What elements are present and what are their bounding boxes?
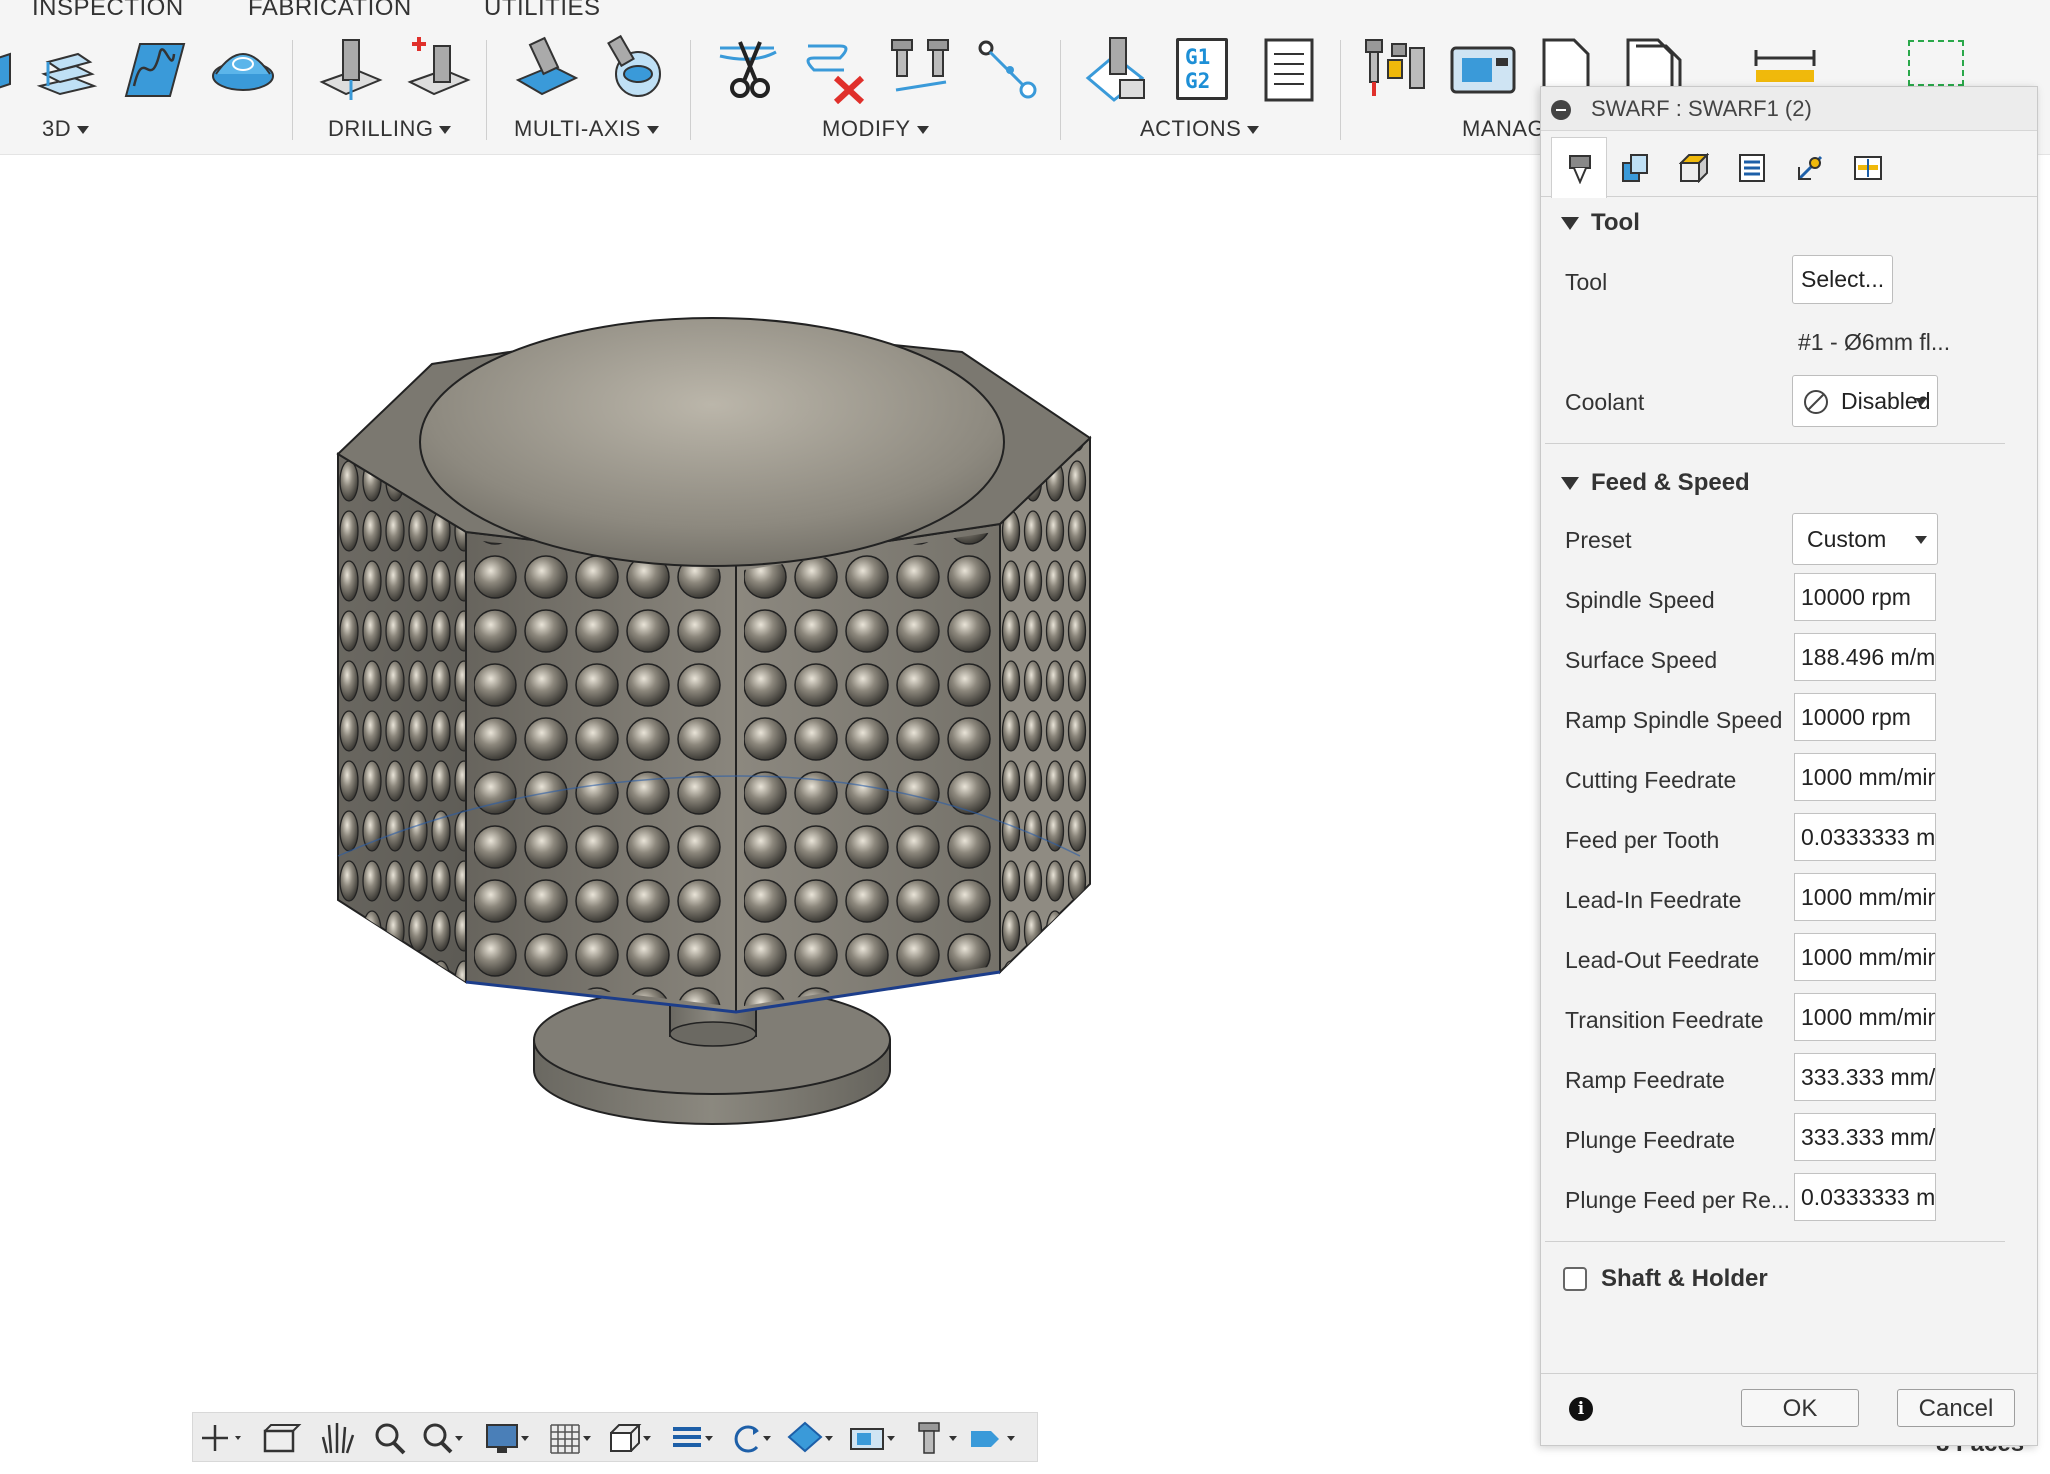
cancel-button[interactable]: Cancel: [1897, 1389, 2015, 1427]
simulation-icon[interactable]: [967, 1419, 1017, 1457]
dialog-title: SWARF : SWARF1 (2): [1591, 96, 1812, 121]
ramp-feedrate-input[interactable]: 333.333 mm/m: [1794, 1053, 1936, 1101]
tool-library-icon[interactable]: [1360, 34, 1430, 104]
ramp-spindle-speed-input[interactable]: 10000 rpm: [1794, 693, 1936, 741]
simulate-icon[interactable]: [1084, 34, 1154, 104]
lead-in-feedrate-input[interactable]: 1000 mm/min: [1794, 873, 1936, 921]
plunge-feedrate-input[interactable]: 333.333 mm/m: [1794, 1113, 1936, 1161]
linking-tab-icon[interactable]: [1781, 137, 1837, 197]
section-divider: [1545, 443, 2005, 444]
feed-per-tooth-input[interactable]: 0.0333333 mm: [1794, 813, 1936, 861]
display-settings-icon[interactable]: [481, 1419, 531, 1457]
delete-toolpath-icon[interactable]: [800, 34, 870, 104]
coolant-select[interactable]: Disabled: [1792, 375, 1938, 427]
tab-inspection[interactable]: INSPECTION: [32, 0, 184, 22]
zoom-icon[interactable]: [365, 1419, 415, 1457]
field-label: Cutting Feedrate: [1565, 767, 1737, 793]
multi-axis-contour-icon[interactable]: [600, 34, 670, 104]
transition-feedrate-input[interactable]: 1000 mm/min: [1794, 993, 1936, 1041]
post-process-g1g2-icon[interactable]: G1 G2: [1176, 38, 1228, 100]
field-label: Plunge Feedrate: [1565, 1127, 1736, 1153]
field-label: Feed per Tooth: [1565, 827, 1720, 853]
select-tool-button[interactable]: Select...: [1792, 255, 1894, 304]
group-divider: [486, 40, 487, 140]
dialog-tabs: [1541, 137, 2037, 198]
collapse-icon[interactable]: [1551, 100, 1571, 120]
reorder-points-icon[interactable]: [972, 34, 1042, 104]
spindle-speed-input[interactable]: 10000 rpm: [1794, 573, 1936, 621]
tool-label: Tool: [1565, 269, 1608, 295]
shaft-holder-label: Shaft & Holder: [1601, 1265, 1768, 1292]
field-label: Ramp Feedrate: [1565, 1067, 1725, 1093]
tool-name: #1 - Ø6mm fl...: [1798, 329, 1951, 355]
3d-viewport[interactable]: [0, 156, 1540, 1474]
orbit-pan-icon[interactable]: [197, 1419, 247, 1457]
cutting-feedrate-input[interactable]: 1000 mm/min: [1794, 753, 1936, 801]
field-label: Plunge Feed per Re...: [1565, 1187, 1791, 1213]
tab-fabrication[interactable]: FABRICATION: [248, 0, 412, 22]
tab-utilities[interactable]: UTILITIES: [484, 0, 601, 22]
navigation-bar: [192, 1412, 1038, 1462]
drill-icon[interactable]: [316, 34, 386, 104]
tool-section-header[interactable]: Tool: [1561, 209, 1640, 237]
dialog-title-bar[interactable]: SWARF : SWARF1 (2): [1541, 87, 2037, 131]
camera-icon[interactable]: [847, 1419, 897, 1457]
pocket-icon[interactable]: [120, 34, 190, 104]
coolant-label: Coolant: [1565, 389, 1645, 415]
tool-compare-icon[interactable]: [886, 34, 956, 104]
group-actions[interactable]: ACTIONS: [1140, 116, 1260, 142]
view-cube-icon[interactable]: [603, 1419, 653, 1457]
lead-out-feedrate-input[interactable]: 1000 mm/min: [1794, 933, 1936, 981]
post-process-tab-icon[interactable]: [1839, 137, 1895, 197]
tool-tab-icon[interactable]: [1551, 137, 1607, 198]
plunge-feed-per-rev-input[interactable]: 0.0333333 mm: [1794, 1173, 1936, 1221]
hexagonal-knob-model[interactable]: [0, 156, 1540, 1474]
field-label: Transition Feedrate: [1565, 1007, 1764, 1033]
disabled-icon: [1804, 390, 1828, 414]
tool-display-icon[interactable]: [909, 1419, 959, 1457]
trim-scissors-icon[interactable]: [714, 34, 784, 104]
preset-label: Preset: [1565, 527, 1632, 553]
footer-divider: [1541, 1373, 2037, 1374]
preset-select[interactable]: Custom: [1792, 513, 1938, 565]
surface-speed-input[interactable]: 188.496 m/min: [1794, 633, 1936, 681]
group-modify[interactable]: MODIFY: [822, 116, 929, 142]
group-divider: [690, 40, 691, 140]
group-divider: [1060, 40, 1061, 140]
passes-tab-icon[interactable]: [1723, 137, 1779, 197]
field-label: Ramp Spindle Speed: [1565, 707, 1783, 733]
group-divider: [292, 40, 293, 140]
heights-tab-icon[interactable]: [1665, 137, 1721, 197]
look-at-icon[interactable]: [255, 1419, 305, 1457]
grid-icon[interactable]: [543, 1419, 593, 1457]
info-icon[interactable]: i: [1569, 1397, 1593, 1421]
contour-icon[interactable]: [32, 34, 102, 104]
field-label: Spindle Speed: [1565, 587, 1715, 613]
swarf-icon[interactable]: [512, 34, 582, 104]
group-3d[interactable]: 3D: [42, 116, 90, 142]
feed-speed-section-header[interactable]: Feed & Speed: [1561, 469, 1750, 497]
field-label: Lead-Out Feedrate: [1565, 947, 1760, 973]
orbit-icon[interactable]: [723, 1419, 773, 1457]
group-divider: [1340, 40, 1341, 140]
zoom-window-icon[interactable]: [415, 1419, 465, 1457]
field-label: Surface Speed: [1565, 647, 1718, 673]
geometry-tab-icon[interactable]: [1607, 137, 1663, 197]
swarf-operation-dialog: SWARF : SWARF1 (2) Tool Tool Select... #…: [1540, 86, 2038, 1446]
pan-hand-icon[interactable]: [311, 1419, 361, 1457]
select-icon[interactable]: [1908, 40, 1964, 86]
hole-recognition-icon[interactable]: [404, 34, 474, 104]
group-drilling[interactable]: DRILLING: [328, 116, 452, 142]
group-multi-axis[interactable]: MULTI-AXIS: [514, 116, 659, 142]
field-label: Lead-In Feedrate: [1565, 887, 1742, 913]
section-divider: [1545, 1241, 2005, 1242]
section-icon[interactable]: [665, 1419, 715, 1457]
shading-icon[interactable]: [785, 1419, 835, 1457]
app-window: INSPECTION FABRICATION UTILITIES 3D DRIL…: [0, 0, 2050, 1474]
ok-button[interactable]: OK: [1741, 1389, 1859, 1427]
scallop-icon[interactable]: [208, 34, 278, 104]
shaft-holder-checkbox[interactable]: [1563, 1267, 1587, 1291]
machine-library-icon[interactable]: [1448, 38, 1518, 108]
setup-sheet-icon[interactable]: [1254, 36, 1324, 106]
